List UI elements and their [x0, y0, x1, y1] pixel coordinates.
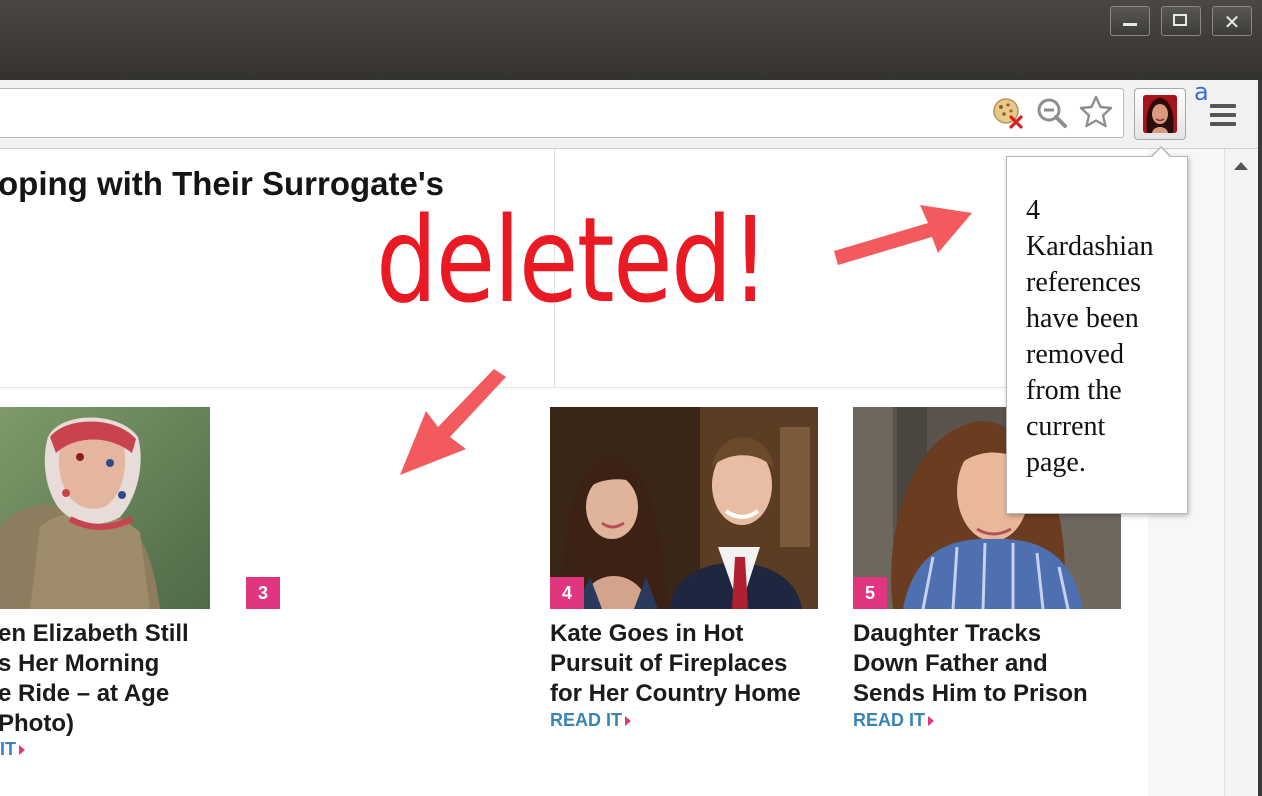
- article-thumbnail-queen[interactable]: [0, 407, 210, 609]
- scroll-up-arrow-icon[interactable]: [1234, 162, 1248, 170]
- read-it-label: IT: [0, 739, 16, 759]
- annotation-arrow-icon: [400, 369, 506, 475]
- chevron-right-icon: [928, 716, 934, 727]
- maximize-icon: [1173, 14, 1187, 26]
- read-it-link[interactable]: READ IT: [550, 710, 631, 731]
- read-it-link[interactable]: IT: [0, 739, 25, 760]
- article-title-line: Pursuit of Fireplaces: [550, 650, 788, 677]
- popup-message: 4 Kardashian references have been remove…: [1026, 193, 1176, 481]
- article-thumbnail-kate[interactable]: [550, 407, 818, 609]
- article-title-line: e Ride – at Age: [0, 680, 170, 707]
- close-icon: ✕: [1223, 10, 1241, 34]
- bookmark-star-icon[interactable]: [1078, 94, 1114, 130]
- article-title-line: Kate Goes in Hot: [550, 620, 744, 647]
- article-title[interactable]: en Elizabeth Still s Her Morning e Ride …: [0, 619, 218, 739]
- window-title-bar: ✕: [0, 0, 1262, 80]
- popup-message-line: 4: [1026, 195, 1040, 226]
- popup-message-line: current: [1026, 411, 1106, 442]
- chevron-right-icon: [19, 745, 25, 756]
- extension-badge: a: [1194, 78, 1209, 106]
- article-title-line: en Elizabeth Still: [0, 620, 189, 647]
- popup-message-line: from the: [1026, 375, 1122, 406]
- article-title-line: Down Father and: [853, 650, 1048, 677]
- read-it-link[interactable]: READ IT: [853, 710, 934, 731]
- article-number-badge: 4: [550, 577, 584, 609]
- article-title[interactable]: Kate Goes in Hot Pursuit of Fireplaces f…: [550, 619, 840, 709]
- zoom-icon[interactable]: [1036, 97, 1068, 129]
- maximize-button[interactable]: [1161, 6, 1201, 36]
- article-title[interactable]: Daughter Tracks Down Father and Sends Hi…: [853, 619, 1143, 709]
- popup-message-line: have been: [1026, 303, 1139, 334]
- article-title-line: Daughter Tracks: [853, 620, 1042, 647]
- article-title-line: Photo): [0, 710, 74, 737]
- extension-avatar-icon: [1143, 95, 1177, 133]
- article-title-line: for Her Country Home: [550, 680, 801, 707]
- chevron-right-icon: [625, 716, 631, 727]
- popup-message-line: page.: [1026, 447, 1086, 478]
- vertical-scrollbar[interactable]: [1224, 149, 1258, 796]
- read-it-label: READ IT: [853, 710, 925, 730]
- close-button[interactable]: ✕: [1212, 6, 1252, 36]
- browser-toolbar: a: [0, 78, 1258, 149]
- deleted-annotation: deleted!: [376, 191, 770, 329]
- extension-popup: 4 Kardashian references have been remove…: [1006, 156, 1188, 514]
- minimize-button[interactable]: [1110, 6, 1150, 36]
- address-bar[interactable]: [0, 88, 1124, 138]
- annotation-arrow-icon: [834, 205, 972, 265]
- extension-button[interactable]: [1134, 88, 1186, 140]
- popup-message-line: Kardashian: [1026, 231, 1154, 262]
- popup-pointer-inner: [1152, 148, 1170, 157]
- menu-icon[interactable]: [1208, 100, 1238, 130]
- cookie-blocked-icon[interactable]: [992, 97, 1024, 129]
- minimize-icon: [1123, 23, 1137, 26]
- article-number-badge: 3: [246, 577, 280, 609]
- read-it-label: READ IT: [550, 710, 622, 730]
- article-title-line: Sends Him to Prison: [853, 680, 1088, 707]
- popup-message-line: removed: [1026, 339, 1124, 370]
- article-title-line: s Her Morning: [0, 650, 160, 677]
- popup-message-line: references: [1026, 267, 1142, 298]
- article-number-badge: 5: [853, 577, 887, 609]
